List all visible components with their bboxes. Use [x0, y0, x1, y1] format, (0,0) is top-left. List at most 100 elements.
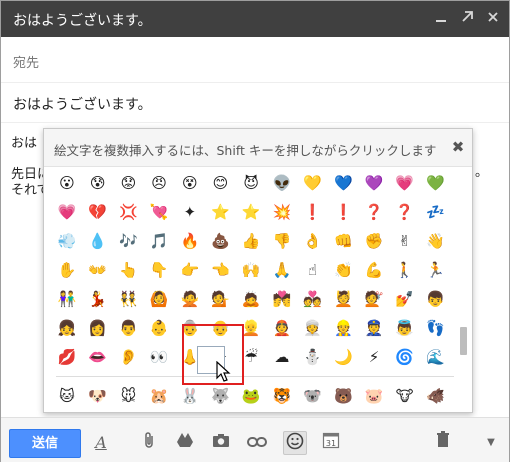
- emoji-cell[interactable]: 👩: [85, 315, 111, 341]
- emoji-cell[interactable]: 👄: [85, 344, 111, 370]
- emoji-cell[interactable]: 👉: [177, 257, 203, 283]
- emoji-cell[interactable]: 👫: [54, 286, 80, 312]
- emoji-cell[interactable]: ✌: [392, 228, 418, 254]
- emoji-cell[interactable]: 👮: [361, 315, 387, 341]
- emoji-cell[interactable]: 👧: [54, 315, 80, 341]
- emoji-cell[interactable]: 👐: [85, 257, 111, 283]
- emoji-cell[interactable]: ❓: [361, 199, 387, 225]
- emoji-cell[interactable]: 🐸: [238, 383, 264, 409]
- emoji-cell[interactable]: ⛄: [300, 344, 326, 370]
- emoji-cell[interactable]: 👎: [269, 228, 295, 254]
- emoji-cell[interactable]: 💅: [392, 286, 418, 312]
- emoji-cell[interactable]: 👍: [238, 228, 264, 254]
- emoji-cell[interactable]: 🙇: [238, 286, 264, 312]
- emoji-cell[interactable]: 🐷: [361, 383, 387, 409]
- emoji-cell[interactable]: ⭐: [238, 199, 264, 225]
- emoji-cell[interactable]: 💇: [361, 286, 387, 312]
- more-options-chevron-down-icon[interactable]: ▼: [479, 431, 503, 455]
- emoji-cell[interactable]: 🐱: [54, 383, 80, 409]
- emoji-cell[interactable]: 😟: [115, 170, 141, 196]
- emoji-cell[interactable]: ❗: [330, 199, 356, 225]
- emoji-cell[interactable]: 💧: [85, 228, 111, 254]
- emoji-cell[interactable]: ❗: [300, 199, 326, 225]
- emoji-picker-close-button[interactable]: ✖: [450, 138, 466, 156]
- emoji-cell[interactable]: 🐯: [269, 383, 295, 409]
- emoji-cell[interactable]: 💩: [208, 228, 234, 254]
- emoji-cell[interactable]: 🐭: [115, 383, 141, 409]
- emoji-cell[interactable]: 💤: [422, 199, 448, 225]
- emoji-cell[interactable]: 💜: [361, 170, 387, 196]
- emoji-cell[interactable]: ☁: [269, 344, 295, 370]
- emoji-cell[interactable]: ✋: [54, 257, 80, 283]
- emoji-cell[interactable]: ☝: [300, 257, 326, 283]
- minimize-icon[interactable]: [431, 9, 451, 29]
- emoji-cell[interactable]: 👆: [115, 257, 141, 283]
- emoji-cell[interactable]: 💋: [54, 344, 80, 370]
- emoji-cell[interactable]: 😊: [208, 170, 234, 196]
- emoji-scrollbar[interactable]: [458, 173, 468, 409]
- emoji-cell[interactable]: 💨: [54, 228, 80, 254]
- emoji-cell[interactable]: 🎵: [146, 228, 172, 254]
- emoji-cell[interactable]: 💆: [330, 286, 356, 312]
- emoji-cell[interactable]: 💢: [115, 199, 141, 225]
- emoji-cell[interactable]: 💚: [422, 170, 448, 196]
- emoji-cell[interactable]: 🐨: [300, 383, 326, 409]
- emoji-cell[interactable]: 🐰: [177, 383, 203, 409]
- emoji-cell[interactable]: 👽: [269, 170, 295, 196]
- emoji-cell[interactable]: 👣: [422, 315, 448, 341]
- compose-titlebar[interactable]: おはようございます。: [1, 1, 509, 37]
- emoji-cell[interactable]: 👌: [300, 228, 326, 254]
- emoji-cell[interactable]: ⚡: [361, 344, 387, 370]
- emoji-cell[interactable]: ✦: [177, 199, 203, 225]
- formatting-icon[interactable]: A: [89, 431, 113, 455]
- emoji-cell[interactable]: 💛: [300, 170, 326, 196]
- emoji-cell[interactable]: 🐗: [422, 383, 448, 409]
- close-icon[interactable]: [483, 9, 503, 29]
- emoji-cell[interactable]: 👋: [422, 228, 448, 254]
- send-button[interactable]: 送信: [9, 429, 81, 458]
- emoji-cell[interactable]: 🙆: [146, 286, 172, 312]
- recipients-field[interactable]: 宛先: [1, 37, 509, 83]
- emoji-cell[interactable]: 👏: [330, 257, 356, 283]
- emoji-cell[interactable]: 👀: [146, 344, 172, 370]
- emoji-cell[interactable]: 😈: [238, 170, 264, 196]
- emoji-cell[interactable]: 🏃: [422, 257, 448, 283]
- drive-icon[interactable]: [173, 431, 197, 455]
- emoji-cell[interactable]: 🐮: [392, 383, 418, 409]
- emoji-cell[interactable]: 👊: [330, 228, 356, 254]
- subject-field[interactable]: おはようございます。: [1, 83, 509, 123]
- emoji-cell[interactable]: 🙅: [177, 286, 203, 312]
- attach-icon[interactable]: [137, 431, 161, 455]
- emoji-scrollbar-thumb[interactable]: [460, 327, 467, 355]
- discard-trash-icon[interactable]: [431, 431, 455, 455]
- emoji-cell[interactable]: 🐺: [208, 383, 234, 409]
- emoji-cell[interactable]: 🐻: [330, 383, 356, 409]
- emoji-cell[interactable]: 🚶: [392, 257, 418, 283]
- emoji-cell[interactable]: 💏: [269, 286, 295, 312]
- popout-icon[interactable]: [457, 9, 477, 29]
- emoji-cell[interactable]: ❓: [392, 199, 418, 225]
- emoji-cell[interactable]: 🐶: [85, 383, 111, 409]
- emoji-cell[interactable]: 💪: [361, 257, 387, 283]
- emoji-cell[interactable]: 💔: [85, 199, 111, 225]
- emoji-cell[interactable]: ✊: [361, 228, 387, 254]
- emoji-cell[interactable]: 🌙: [330, 344, 356, 370]
- emoji-cell[interactable]: 🙌: [238, 257, 264, 283]
- emoji-cell[interactable]: 😮: [54, 170, 80, 196]
- emoji-cell[interactable]: 👶: [146, 315, 172, 341]
- emoji-cell[interactable]: 💥: [269, 199, 295, 225]
- emoji-cell[interactable]: 💁: [208, 286, 234, 312]
- emoji-cell[interactable]: 💗: [54, 199, 80, 225]
- emoji-cell[interactable]: 👲: [269, 315, 295, 341]
- emoji-cell[interactable]: 😰: [85, 170, 111, 196]
- emoji-cell[interactable]: 💑: [300, 286, 326, 312]
- emoji-cell[interactable]: ⭐: [208, 199, 234, 225]
- emoji-cell[interactable]: 💗: [392, 170, 418, 196]
- emoji-cell[interactable]: 👼: [392, 315, 418, 341]
- emoji-cell[interactable]: 👯: [115, 286, 141, 312]
- emoji-cell[interactable]: 💃: [85, 286, 111, 312]
- emoji-cell[interactable]: 👂: [115, 344, 141, 370]
- emoji-cell[interactable]: 💙: [330, 170, 356, 196]
- emoji-cell[interactable]: 👈: [208, 257, 234, 283]
- calendar-icon[interactable]: 31: [319, 431, 343, 455]
